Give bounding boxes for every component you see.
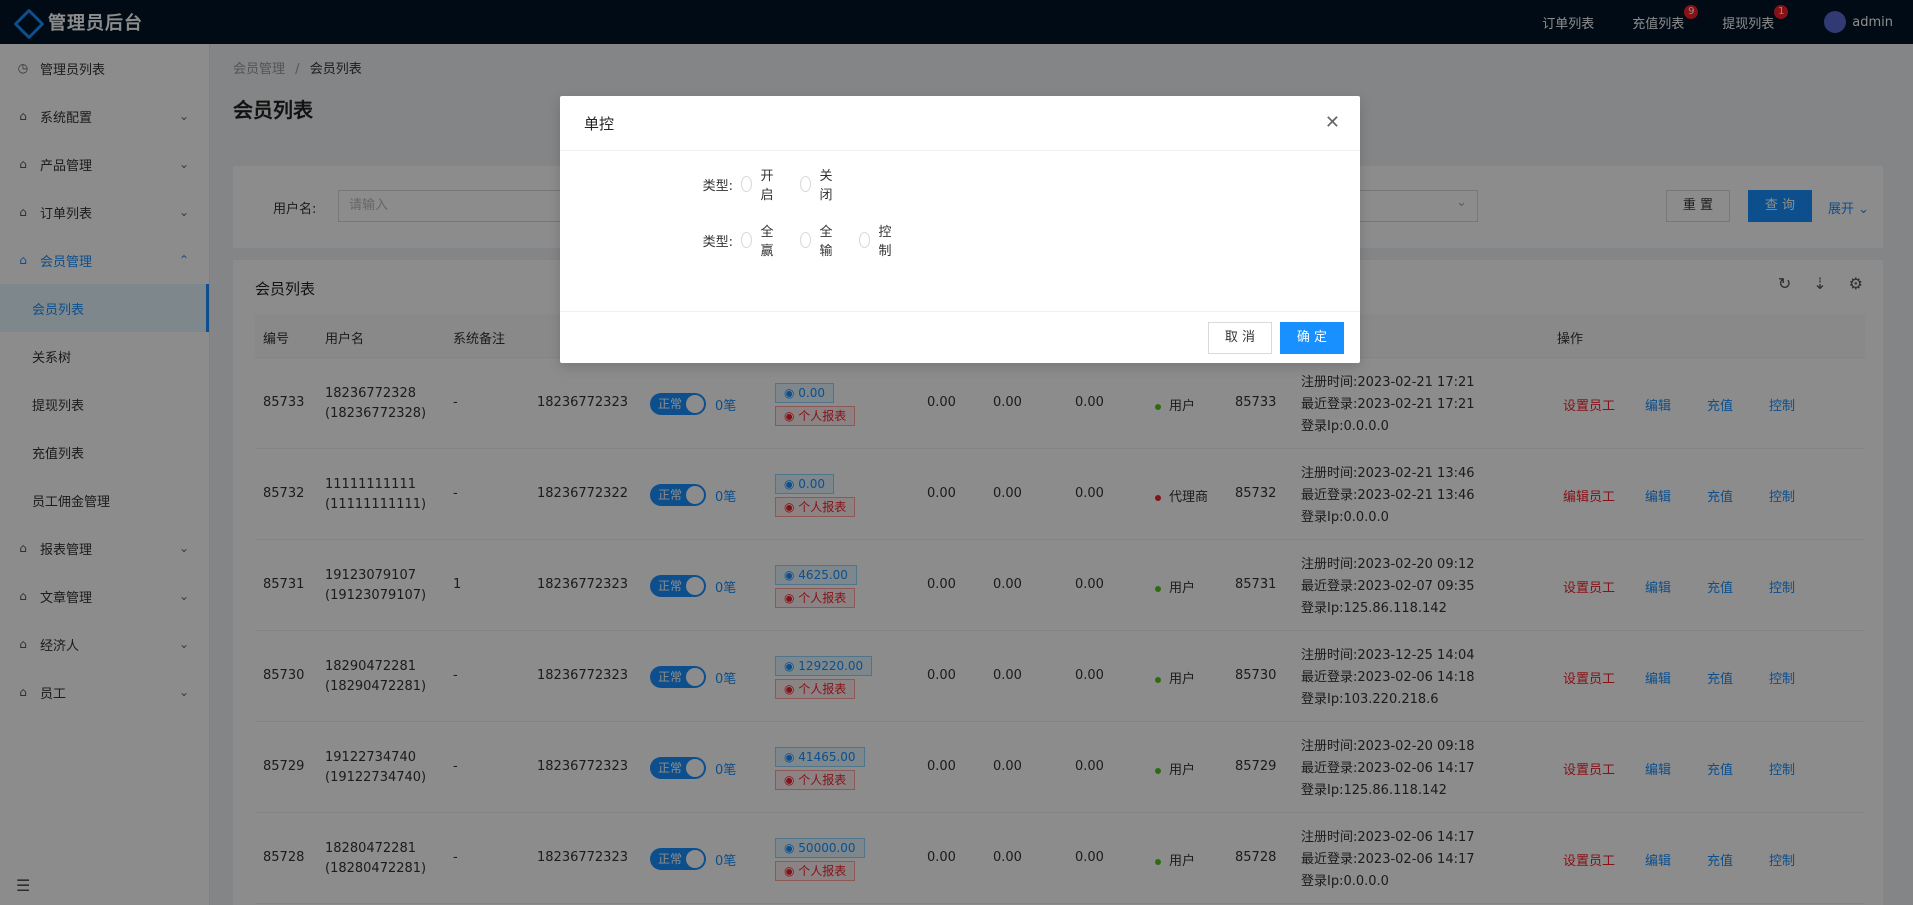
control-radio-group: 全赢 全输 控制 — [741, 221, 918, 259]
radio-label: 关闭 — [819, 169, 833, 203]
radio-circle — [800, 232, 812, 248]
switch-radio-group: 开启 关闭 — [741, 165, 859, 203]
radio-circle — [800, 176, 812, 192]
confirm-button[interactable]: 确 定 — [1280, 322, 1344, 354]
radio-off[interactable]: 关闭 — [800, 165, 837, 203]
radio-circle — [741, 176, 753, 192]
radio-circle — [859, 232, 871, 248]
radio-circle — [741, 232, 753, 248]
modal-footer: 取 消 确 定 — [560, 311, 1360, 363]
radio-on[interactable]: 开启 — [741, 165, 778, 203]
radio-label: 控制 — [878, 225, 892, 259]
modal-header: 单控 ✕ — [560, 96, 1360, 151]
control-type-label: 类型: — [702, 234, 733, 250]
radio-all-lose[interactable]: 全输 — [800, 221, 837, 259]
cancel-button[interactable]: 取 消 — [1208, 322, 1272, 354]
radio-label: 全输 — [819, 225, 833, 259]
close-icon[interactable]: ✕ — [1325, 112, 1340, 133]
single-control-modal: 单控 ✕ 类型: 开启 关闭 类型: 全赢 全输 控制 取 消 确 定 — [560, 96, 1360, 363]
modal-title: 单控 — [584, 114, 615, 133]
radio-control[interactable]: 控制 — [859, 221, 896, 259]
switch-type-label: 类型: — [702, 178, 733, 194]
radio-label: 开启 — [760, 169, 774, 203]
radio-all-win[interactable]: 全赢 — [741, 221, 778, 259]
radio-label: 全赢 — [760, 225, 774, 259]
